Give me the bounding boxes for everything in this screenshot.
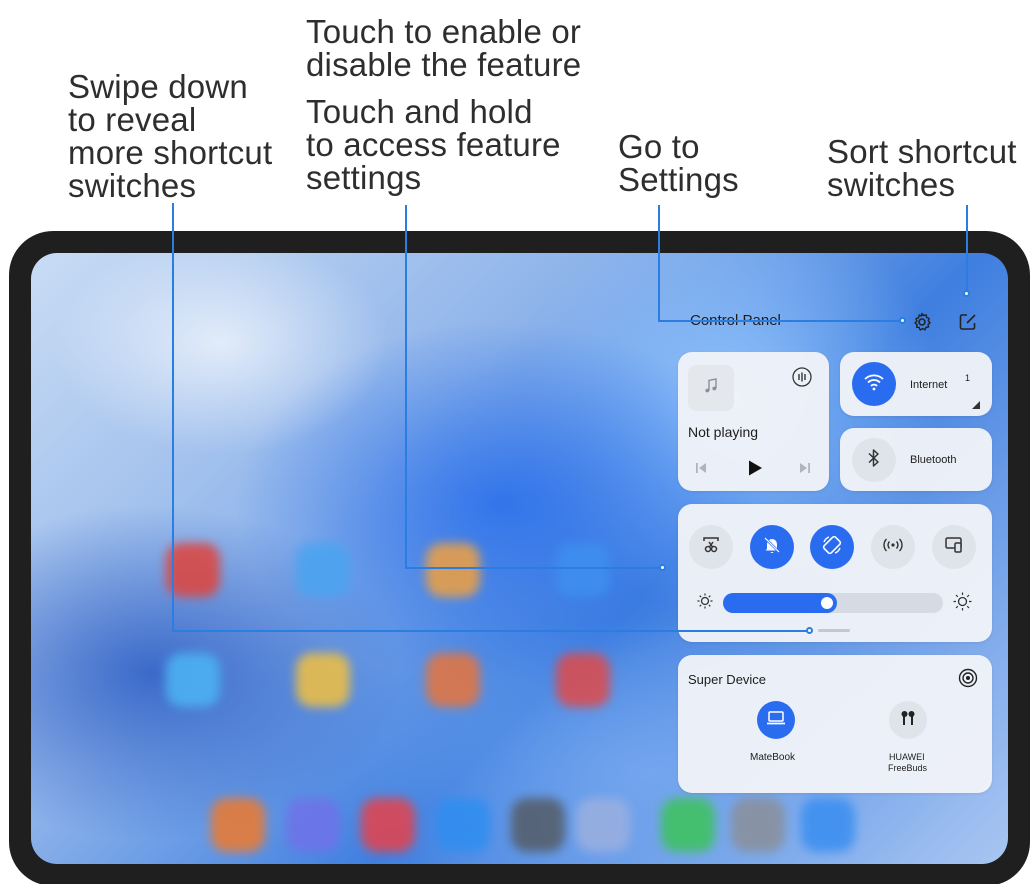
leader-dot	[806, 627, 813, 634]
edit-icon[interactable]	[957, 311, 979, 333]
callout-swipe-down: Swipe down to reveal more shortcut switc…	[68, 70, 272, 202]
leader-line-touch	[405, 205, 407, 569]
silent-switch[interactable]	[750, 525, 794, 569]
device-name-freebuds-line1: HUAWEI	[889, 752, 925, 762]
callout-line: Touch to enable or	[306, 13, 582, 50]
device-name-freebuds-line2: FreeBuds	[888, 763, 928, 773]
wifi-toggle[interactable]	[852, 362, 896, 406]
dock-icon	[511, 798, 565, 852]
auto-rotate-switch[interactable]	[810, 525, 854, 569]
app-icon	[166, 653, 220, 707]
multi-screen-switch[interactable]	[932, 525, 976, 569]
dock-icon	[661, 798, 715, 852]
auto-rotate-icon	[821, 534, 843, 561]
app-icon	[166, 543, 220, 597]
bluetooth-card[interactable]: Bluetooth	[840, 428, 992, 491]
leader-line-settings	[658, 320, 901, 322]
leader-line-swipe	[172, 203, 174, 632]
leader-line-sort	[966, 205, 968, 290]
callout-sort-shortcuts: Sort shortcut switches	[827, 135, 1017, 201]
app-icon	[426, 543, 480, 597]
bluetooth-toggle[interactable]	[852, 438, 896, 482]
device-radar-icon[interactable]	[958, 668, 978, 693]
multi-screen-icon	[944, 536, 964, 559]
super-device-card[interactable]: Super Device MateBook HUAWEI FreeBuds	[678, 655, 992, 793]
callout-line: Go to	[618, 128, 700, 165]
media-status: Not playing	[688, 424, 759, 440]
device-name-matebook: MateBook	[750, 752, 796, 763]
callout-line: switches	[827, 166, 956, 203]
bluetooth-label: Bluetooth	[910, 454, 957, 466]
dock-icon	[576, 798, 630, 852]
brightness-slider[interactable]	[723, 593, 943, 613]
hotspot-switch[interactable]	[871, 525, 915, 569]
callout-touch-hold: Touch and hold to access feature setting…	[306, 95, 561, 194]
callout-line: to reveal	[68, 101, 197, 138]
leader-line-settings	[658, 205, 660, 322]
media-card[interactable]: Not playing	[678, 352, 829, 491]
brightness-slider-knob[interactable]	[821, 597, 833, 609]
expand-corner-icon[interactable]	[972, 396, 980, 414]
callout-line: Settings	[618, 161, 739, 198]
audio-output-icon[interactable]	[791, 366, 813, 393]
leader-dot	[963, 290, 970, 297]
album-art	[688, 365, 734, 411]
dock-icon	[436, 798, 490, 852]
super-device-title: Super Device	[688, 672, 767, 687]
music-note-icon	[702, 377, 720, 400]
dock-icon	[211, 798, 265, 852]
app-icon	[556, 653, 610, 707]
callout-line: settings	[306, 159, 422, 196]
blurred-clock	[181, 323, 194, 378]
dock-icon	[286, 798, 340, 852]
previous-icon[interactable]	[694, 461, 708, 480]
app-icon	[296, 653, 350, 707]
callout-line: Sort shortcut	[827, 133, 1017, 170]
play-icon[interactable]	[746, 459, 764, 482]
leader-dot	[659, 564, 666, 571]
leader-dot	[899, 317, 906, 324]
wifi-icon	[863, 373, 885, 396]
callout-line: Touch and hold	[306, 93, 533, 130]
callout-line: switches	[68, 167, 197, 204]
earbuds-icon	[899, 709, 917, 732]
callout-line: Swipe down	[68, 68, 248, 105]
callout-touch-toggle: Touch to enable or disable the feature	[306, 15, 581, 81]
dock-icon	[731, 798, 785, 852]
brightness-low-icon	[697, 593, 713, 614]
internet-card[interactable]: Internet 1	[840, 352, 992, 416]
device-freebuds[interactable]	[889, 701, 927, 739]
dock-icon	[361, 798, 415, 852]
callout-line: disable the feature	[306, 46, 582, 83]
callout-line: to access feature	[306, 126, 561, 163]
brightness-high-icon	[953, 592, 972, 616]
screenshot-icon	[701, 535, 721, 560]
screenshot-switch[interactable]	[689, 525, 733, 569]
leader-line-touch	[405, 567, 661, 569]
app-icon	[556, 543, 610, 597]
app-icon	[426, 653, 480, 707]
laptop-icon	[766, 710, 786, 731]
brightness-slider-fill	[723, 593, 837, 613]
gear-icon[interactable]	[911, 311, 933, 333]
callout-line: more shortcut	[68, 134, 273, 171]
callout-go-to-settings: Go to Settings	[618, 130, 739, 196]
device-matebook[interactable]	[757, 701, 795, 739]
expand-handle[interactable]	[818, 629, 850, 632]
signal-indicator: 1	[965, 373, 971, 383]
bluetooth-icon	[867, 448, 881, 473]
shortcut-switches-card[interactable]	[678, 504, 992, 642]
dock-icon	[801, 798, 855, 852]
leader-line-swipe	[172, 630, 810, 632]
hotspot-icon	[882, 537, 904, 558]
internet-label: Internet	[910, 379, 948, 391]
silent-icon	[762, 535, 782, 560]
next-icon[interactable]	[798, 461, 812, 480]
app-icon	[296, 543, 350, 597]
